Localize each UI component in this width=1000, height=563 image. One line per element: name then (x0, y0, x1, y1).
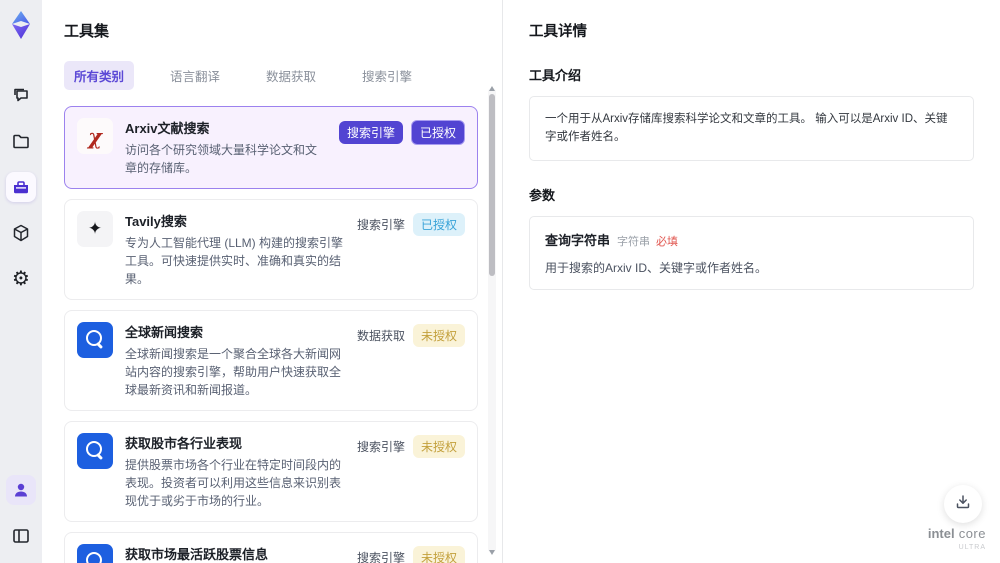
param-type: 字符串 (617, 235, 651, 248)
tool-card[interactable]: 全球新闻搜索 全球新闻搜索是一个聚合全球各大新闻网站内容的搜索引擎，帮助用户快速… (64, 310, 478, 411)
category-badge: 搜索引擎 (356, 440, 405, 454)
tool-description: 专为人工智能代理 (LLM) 构建的搜索引擎工具。可快速提供实时、准确和真实的结… (125, 236, 344, 286)
tool-description: 访问各个研究领域大量科学论文和文章的存储库。 (125, 143, 318, 175)
param-name: 查询字符串 (545, 232, 611, 248)
stock-sectors-icon (77, 433, 113, 469)
download-button[interactable] (944, 485, 982, 523)
auth-status-badge: 已授权 (410, 120, 465, 145)
tool-description: 全球新闻搜索是一个聚合全球各大新闻网站内容的搜索引擎，帮助用户快速获取全球最新资… (125, 347, 342, 397)
sidebar-item-panel-toggle[interactable] (6, 521, 36, 551)
sidebar: ⚙ (0, 0, 42, 563)
category-badge: 搜索引擎 (338, 121, 403, 144)
tool-card[interactable]: 获取市场最活跃股票信息 提供当天交易量最高的股票列表。投资者可以利用这些信息来识… (64, 532, 478, 563)
intro-box: 一个用于从Arxiv存储库搜索科学论文和文章的工具。 输入可以是Arxiv ID… (529, 96, 974, 161)
auth-status-badge: 未授权 (412, 435, 465, 458)
sidebar-item-account[interactable] (6, 475, 36, 505)
sidebar-item-settings[interactable]: ⚙ (6, 264, 36, 294)
panel-toggle-icon (11, 526, 31, 546)
sidebar-item-models[interactable] (6, 218, 36, 248)
tool-card[interactable]: Arxiv文献搜索 访问各个研究领域大量科学论文和文章的存储库。 搜索引擎 已授… (64, 106, 478, 189)
auth-status-badge: 未授权 (412, 324, 465, 347)
category-tab-0[interactable]: 所有类别 (64, 61, 135, 90)
intel-core-logo: intel core ULTRA (928, 525, 986, 551)
tool-name: 全球新闻搜索 (125, 325, 204, 340)
intro-text: 一个用于从Arxiv存储库搜索科学论文和文章的工具。 输入可以是Arxiv ID… (545, 113, 948, 144)
tool-detail-panel: 工具详情 工具介绍 一个用于从Arxiv存储库搜索科学论文和文章的工具。 输入可… (502, 0, 1000, 563)
page-title: 工具集 (64, 23, 110, 40)
core-wordmark: core (958, 526, 986, 541)
category-badge: 搜索引擎 (356, 551, 405, 563)
auth-status-badge: 未授权 (412, 546, 465, 563)
scroll-down-arrow[interactable] (489, 550, 495, 555)
scrollbar-thumb[interactable] (489, 94, 495, 276)
params-heading: 参数 (529, 187, 556, 203)
param-description: 用于搜索的Arxiv ID、关键字或作者姓名。 (545, 260, 768, 275)
download-icon (954, 493, 972, 516)
params-box: 查询字符串 字符串 必填 用于搜索的Arxiv ID、关键字或作者姓名。 (529, 215, 974, 290)
tool-card[interactable]: Tavily搜索 专为人工智能代理 (LLM) 构建的搜索引擎工具。可快速提供实… (64, 199, 478, 300)
cube-icon (11, 223, 31, 243)
tool-list-panel: 工具集 所有类别语言翻译数据获取搜索引擎 Arxiv文献搜索 访问各个研究领域大… (42, 0, 502, 563)
detail-title: 工具详情 (529, 24, 587, 40)
category-tabs: 所有类别 语言翻译 数据获取 搜索引擎 (64, 61, 502, 90)
auth-status-badge: 已授权 (412, 213, 465, 236)
category-badge: 数据获取 (356, 329, 405, 343)
scroll-up-arrow[interactable] (489, 86, 495, 91)
tool-list: Arxiv文献搜索 访问各个研究领域大量科学论文和文章的存储库。 搜索引擎 已授… (64, 106, 478, 563)
category-tab-2[interactable]: 数据获取 (256, 61, 326, 90)
param-required-flag: 必填 (656, 235, 679, 248)
folder-icon (11, 131, 31, 151)
app-logo (6, 10, 36, 40)
sidebar-item-files[interactable] (6, 126, 36, 156)
tool-name: 获取市场最活跃股票信息 (125, 547, 269, 562)
toolbox-icon (11, 177, 31, 197)
chat-icon (11, 85, 31, 105)
category-badge: 搜索引擎 (356, 218, 405, 232)
arxiv-icon (77, 118, 113, 154)
param-item: 查询字符串 字符串 必填 用于搜索的Arxiv ID、关键字或作者姓名。 (545, 230, 958, 276)
category-tab-1[interactable]: 语言翻译 (160, 61, 230, 90)
intro-heading: 工具介绍 (529, 68, 582, 83)
sidebar-item-chat[interactable] (6, 80, 36, 110)
list-scrollbar[interactable] (488, 86, 496, 555)
news-search-icon (77, 322, 113, 358)
category-tab-3[interactable]: 搜索引擎 (352, 61, 422, 90)
intel-wordmark: intel (927, 526, 955, 541)
sidebar-item-tools[interactable] (6, 172, 36, 202)
gear-icon: ⚙ (12, 268, 30, 290)
tool-name: 获取股市各行业表现 (125, 436, 243, 451)
ultra-wordmark: ULTRA (958, 544, 986, 551)
tool-description: 提供股票市场各个行业在特定时间段内的表现。投资者可以利用这些信息来识别表现优于或… (125, 458, 342, 508)
user-icon (12, 481, 30, 499)
tavily-icon (77, 211, 113, 247)
tool-card[interactable]: 获取股市各行业表现 提供股票市场各个行业在特定时间段内的表现。投资者可以利用这些… (64, 421, 478, 522)
tool-name: Arxiv文献搜索 (125, 121, 210, 136)
tool-name: Tavily搜索 (125, 214, 187, 229)
active-stocks-icon (77, 544, 113, 563)
